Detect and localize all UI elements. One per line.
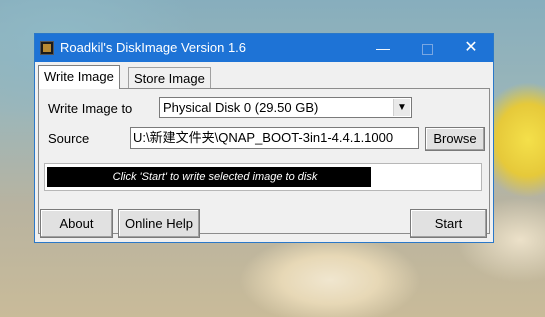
title-bar[interactable]: Roadkil's DiskImage Version 1.6 — ✕ — [35, 34, 493, 62]
maximize-icon — [421, 43, 433, 55]
chevron-down-icon[interactable]: ▼ — [393, 99, 410, 116]
app-icon — [40, 41, 54, 55]
diskimage-window: Roadkil's DiskImage Version 1.6 — ✕ Writ… — [34, 33, 494, 243]
window-title: Roadkil's DiskImage Version 1.6 — [60, 40, 247, 55]
target-disk-value: Physical Disk 0 (29.50 GB) — [163, 100, 319, 115]
progress-text: Click 'Start' to write selected image to… — [112, 171, 318, 183]
write-image-to-label: Write Image to — [48, 101, 133, 116]
tab-store-image[interactable]: Store Image — [128, 67, 211, 88]
online-help-button[interactable]: Online Help — [118, 209, 200, 238]
source-label: Source — [48, 131, 90, 146]
minimize-button[interactable]: — — [361, 34, 405, 62]
target-disk-select[interactable]: Physical Disk 0 (29.50 GB) ▼ — [159, 97, 412, 118]
source-path-field[interactable]: U:\新建文件夹\QNAP_BOOT-3in1-4.4.1.1000 — [130, 127, 419, 149]
tab-write-image[interactable]: Write Image — [38, 65, 120, 89]
start-button[interactable]: Start — [410, 209, 487, 238]
progress-bar: Click 'Start' to write selected image to… — [44, 163, 482, 191]
browse-button[interactable]: Browse — [425, 127, 485, 151]
about-button[interactable]: About — [40, 209, 113, 238]
close-button[interactable]: ✕ — [449, 34, 493, 62]
maximize-button[interactable] — [405, 34, 449, 62]
